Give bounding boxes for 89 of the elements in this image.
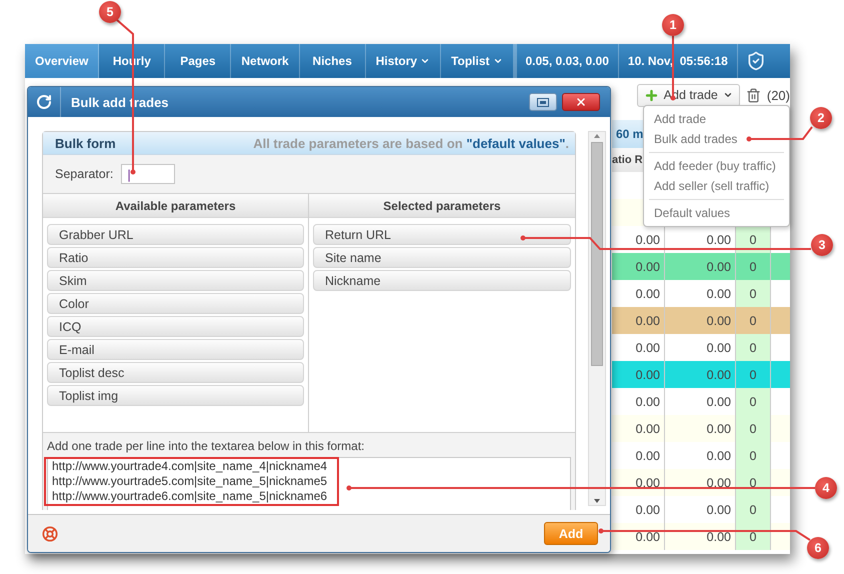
nav-tab[interactable]: Pages xyxy=(165,44,232,78)
table-cell: 0.00 xyxy=(636,476,660,490)
callout-badge: 2 xyxy=(810,107,832,129)
nav-tab[interactable]: Niches xyxy=(300,44,366,78)
trash-count: (20) xyxy=(766,88,790,102)
parameter-item[interactable]: Toplist desc xyxy=(47,362,304,383)
callout-badge: 6 xyxy=(807,537,829,559)
separator-field[interactable]: | xyxy=(121,164,176,184)
table-cell: 0.00 xyxy=(706,232,731,246)
table-cell: 0.00 xyxy=(636,368,660,382)
refresh-icon[interactable] xyxy=(36,94,52,110)
parameters-heading: Available parameters xyxy=(43,194,308,218)
parameter-item[interactable]: ICQ xyxy=(47,316,304,337)
help-icon[interactable] xyxy=(42,526,58,542)
table-cell: 0.00 xyxy=(636,314,660,328)
plus-icon xyxy=(644,88,659,102)
trash-icon[interactable] xyxy=(746,88,761,102)
parameter-item[interactable]: Site name xyxy=(313,247,571,268)
table-cell: 0.00 xyxy=(636,502,660,516)
parameter-item[interactable]: Nickname xyxy=(313,270,571,291)
trades-textarea[interactable]: http://www.yourtrade4.com|site_name_4|nickname4 http://www.yourtrade5.com|site_name_5|nickname5 http://www.yourtrade6.com|site_name_5|nickname6 xyxy=(47,457,571,510)
callout-badge: 1 xyxy=(662,14,684,36)
scroll-up-icon[interactable] xyxy=(593,132,601,140)
table-cell: 0.00 xyxy=(706,394,731,408)
table-cell: 0.00 xyxy=(636,394,660,408)
shield-icon[interactable] xyxy=(746,51,766,71)
instructions: Add one trade per line into the textarea below in this format: xyxy=(47,439,366,453)
table-cell: 0.00 xyxy=(706,286,731,300)
table-cell: 0 xyxy=(750,448,756,462)
close-button[interactable] xyxy=(562,93,600,111)
table-cell: 0.00 xyxy=(636,422,660,436)
callout-badge: 3 xyxy=(811,234,833,256)
table-cell: 0 xyxy=(750,530,756,544)
defaults-note: All trade parameters are based on "default values". xyxy=(253,136,569,150)
panel-title: Bulk form xyxy=(55,136,116,150)
date-time: 10. Nov, 05:56:18 xyxy=(618,44,737,78)
parameter-item[interactable]: Grabber URL xyxy=(47,224,304,245)
table-cell: 0.00 xyxy=(706,260,731,274)
restore-button[interactable] xyxy=(529,93,557,111)
menu-item[interactable]: Add seller (sell traffic) xyxy=(644,176,789,196)
table-cell: 0.00 xyxy=(706,502,731,516)
table-cell: 0 xyxy=(750,368,756,382)
table-cell: 0.00 xyxy=(706,314,731,328)
load-stats: 0.05, 0.03, 0.00 xyxy=(514,44,618,78)
menu-item[interactable]: Bulk add trades xyxy=(644,129,789,149)
table-cell: 0 xyxy=(750,260,756,274)
table-cell: 0.00 xyxy=(706,448,731,462)
scroll-down-icon[interactable] xyxy=(593,497,601,505)
default-values-link[interactable]: "default values" xyxy=(466,136,566,150)
parameter-item[interactable]: Skim xyxy=(47,270,304,291)
table-cell: 0 xyxy=(750,340,756,354)
parameter-item[interactable]: E-mail xyxy=(47,339,304,360)
table-cell: 0.00 xyxy=(636,260,660,274)
parameter-item[interactable]: Return URL xyxy=(313,224,571,245)
callout-badge: 5 xyxy=(99,1,121,23)
table-cell: 0.00 xyxy=(636,232,660,246)
parameter-item[interactable]: Color xyxy=(47,293,304,314)
caret-icon xyxy=(420,56,430,66)
table-cell: 0.00 xyxy=(636,530,660,544)
nav-tab[interactable]: History xyxy=(366,44,442,78)
table-cell: 0.00 xyxy=(636,286,660,300)
separator-label: Separator: xyxy=(55,167,114,181)
leader-line xyxy=(746,126,813,142)
scrollbar[interactable] xyxy=(588,131,606,506)
table-cell: 0.00 xyxy=(636,448,660,462)
table-cell: 0 xyxy=(750,422,756,436)
nav-tab[interactable]: Network xyxy=(231,44,300,78)
table-cell: 0 xyxy=(750,502,756,516)
caret-icon xyxy=(492,56,502,66)
parameters-heading: Selected parameters xyxy=(309,194,575,218)
table-cell: 0.00 xyxy=(636,340,660,354)
table-cell: 0 xyxy=(750,476,756,490)
table-cell: 0 xyxy=(750,232,756,246)
table-cell: 0.00 xyxy=(706,476,731,490)
menu-item[interactable]: Default values xyxy=(644,203,789,223)
nav-tab[interactable]: Toplist xyxy=(441,44,514,78)
table-cell: 0.00 xyxy=(706,530,731,544)
table-cell: 0 xyxy=(750,314,756,328)
parameter-item[interactable]: Ratio xyxy=(47,247,304,268)
caret-icon xyxy=(722,90,733,100)
restore-icon xyxy=(537,98,549,106)
table-cell: 0 xyxy=(750,286,756,300)
table-cell: 0 xyxy=(750,394,756,408)
parameter-item[interactable]: Toplist img xyxy=(47,385,304,406)
table-cell: 0.00 xyxy=(706,368,731,382)
table-cell: 0.00 xyxy=(706,340,731,354)
table-cell: 0.00 xyxy=(706,422,731,436)
callout-badge: 4 xyxy=(815,477,837,499)
close-icon xyxy=(575,96,587,108)
